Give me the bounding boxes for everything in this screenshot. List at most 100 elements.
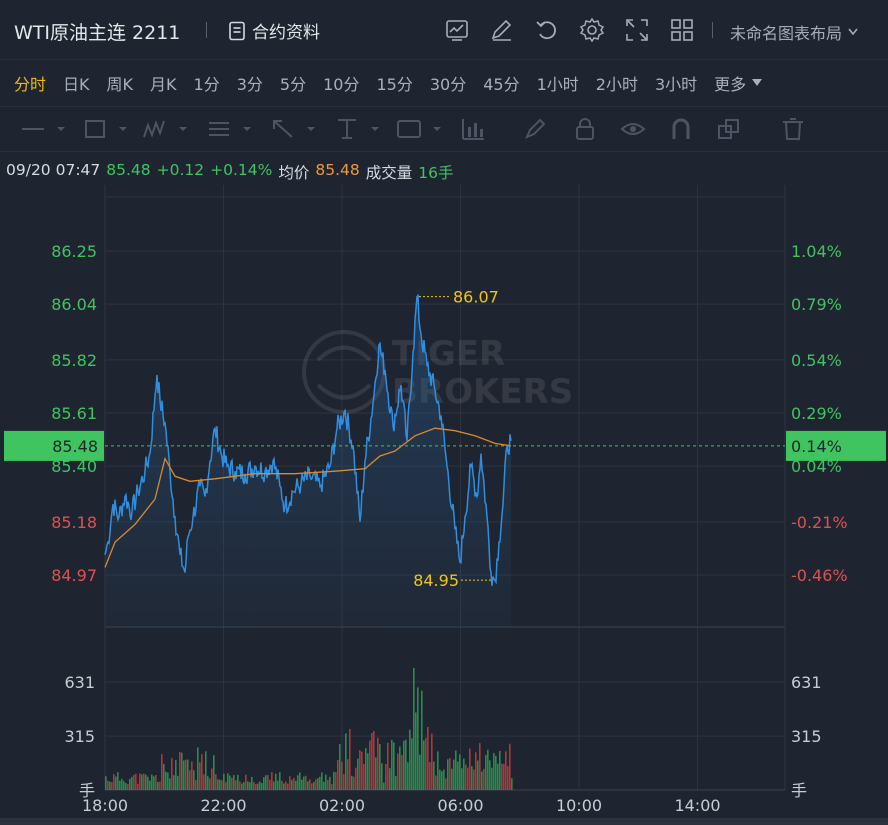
volume-bar <box>393 742 395 790</box>
magnet-icon[interactable] <box>668 117 694 141</box>
label-tool-icon[interactable] <box>396 117 450 141</box>
volume-bar <box>163 763 165 790</box>
volume-bar <box>489 760 491 790</box>
volume-bar <box>287 783 289 790</box>
fullscreen-icon[interactable] <box>624 17 650 43</box>
price-tick-label: 84.97 <box>51 566 97 585</box>
volume-bar <box>453 759 455 790</box>
more-label: 更多 <box>714 75 747 94</box>
volume-tick-label: 631 <box>791 673 822 692</box>
volume-bar <box>469 748 471 790</box>
volume-bar <box>495 755 497 790</box>
volume-bar <box>355 767 357 790</box>
volume-bar <box>499 750 501 790</box>
volume-bar <box>201 754 203 790</box>
eye-icon[interactable] <box>620 117 646 141</box>
grid-layout-icon[interactable] <box>669 17 695 43</box>
volume-bar <box>263 777 265 790</box>
volume-bar <box>423 740 425 790</box>
period-tab[interactable]: 1分 <box>194 71 220 95</box>
volume-bar <box>421 690 423 790</box>
volume-bar <box>363 763 365 790</box>
line-tool-icon[interactable] <box>20 117 74 141</box>
period-tab[interactable]: 月K <box>150 71 177 95</box>
trash-icon[interactable] <box>780 117 806 141</box>
symbol-title[interactable]: WTI原油主连 2211 <box>14 18 180 45</box>
volume-bar <box>343 774 345 790</box>
volume-bar <box>333 771 335 790</box>
volume-bar <box>113 774 115 790</box>
lock-icon[interactable] <box>572 117 598 141</box>
rectangle-tool-icon[interactable] <box>82 117 136 141</box>
volume-tick-label: 631 <box>64 673 95 692</box>
settings-icon[interactable] <box>579 17 605 43</box>
volume-bar <box>335 772 337 790</box>
volume-bar <box>385 763 387 790</box>
period-tab[interactable]: 3分 <box>237 71 263 95</box>
more-periods-button[interactable]: 更多 <box>714 71 763 95</box>
bottom-scrollbar[interactable] <box>0 818 888 825</box>
clone-icon[interactable] <box>716 117 742 141</box>
volume-bar <box>241 783 243 790</box>
volume-bar <box>455 750 457 790</box>
layout-selector[interactable]: 未命名图表布局 <box>730 20 858 44</box>
volume-bar <box>433 761 435 790</box>
volume-bar <box>167 772 169 790</box>
volume-bar <box>249 782 251 790</box>
volume-bar <box>265 775 267 790</box>
volume-bar <box>107 780 109 790</box>
period-tab[interactable]: 3小时 <box>655 71 697 95</box>
volume-bar <box>483 768 485 790</box>
header-divider <box>712 22 713 38</box>
period-tab[interactable]: 5分 <box>280 71 306 95</box>
intraday-chart[interactable]: TIGER BROKERS 86.07 84.95 86.25 1.04% 86.04… <box>0 185 888 818</box>
measure-tool-icon[interactable] <box>334 117 388 141</box>
volume-bar <box>445 778 447 790</box>
period-tab[interactable]: 10分 <box>323 71 359 95</box>
edit-icon[interactable] <box>489 17 515 43</box>
volume-bar <box>429 762 431 790</box>
period-tab[interactable]: 45分 <box>483 71 519 95</box>
volume-bar <box>467 767 469 790</box>
volume-bar <box>289 776 291 790</box>
volume-bar <box>119 780 121 790</box>
volume-bar <box>109 781 111 790</box>
volume-bar <box>131 776 133 790</box>
volume-bar <box>399 746 401 790</box>
volume-bar <box>175 760 177 790</box>
volume-bar <box>217 779 219 790</box>
period-tab[interactable]: 周K <box>107 71 134 95</box>
volume-bar <box>359 750 361 790</box>
period-tab[interactable]: 分时 <box>14 71 46 95</box>
volume-value: 16手 <box>418 164 454 182</box>
volume-bar <box>487 749 489 790</box>
volume-bar <box>143 773 145 790</box>
period-tab[interactable]: 2小时 <box>596 71 638 95</box>
text-list-tool-icon[interactable] <box>206 117 260 141</box>
volume-bar <box>221 780 223 790</box>
volume-bar <box>275 773 277 790</box>
volume-bar <box>419 754 421 790</box>
volume-bar <box>209 778 211 790</box>
volume-bar <box>233 775 235 790</box>
pct-tick-label: -0.46% <box>791 566 848 585</box>
period-tab[interactable]: 15分 <box>376 71 412 95</box>
volume-bar <box>361 751 363 790</box>
arrow-tool-icon[interactable] <box>270 117 324 141</box>
volume-bar <box>137 783 139 790</box>
indicator-tool-icon[interactable] <box>460 117 486 141</box>
brush-icon[interactable] <box>522 117 548 141</box>
undo-icon[interactable] <box>534 17 560 43</box>
volume-tick-label: 315 <box>64 727 95 746</box>
volume-bar <box>345 733 347 790</box>
pattern-tool-icon[interactable] <box>142 117 196 141</box>
chart-template-icon[interactable] <box>444 17 470 43</box>
volume-bar <box>215 774 217 790</box>
volume-bar <box>133 775 135 790</box>
period-tab[interactable]: 日K <box>63 71 90 95</box>
quote-change-pct: +0.14% <box>210 161 273 179</box>
contract-info-button[interactable]: 合约资料 <box>228 18 320 43</box>
period-tab[interactable]: 1小时 <box>537 71 579 95</box>
volume-bar <box>139 773 141 790</box>
period-tab[interactable]: 30分 <box>430 71 466 95</box>
